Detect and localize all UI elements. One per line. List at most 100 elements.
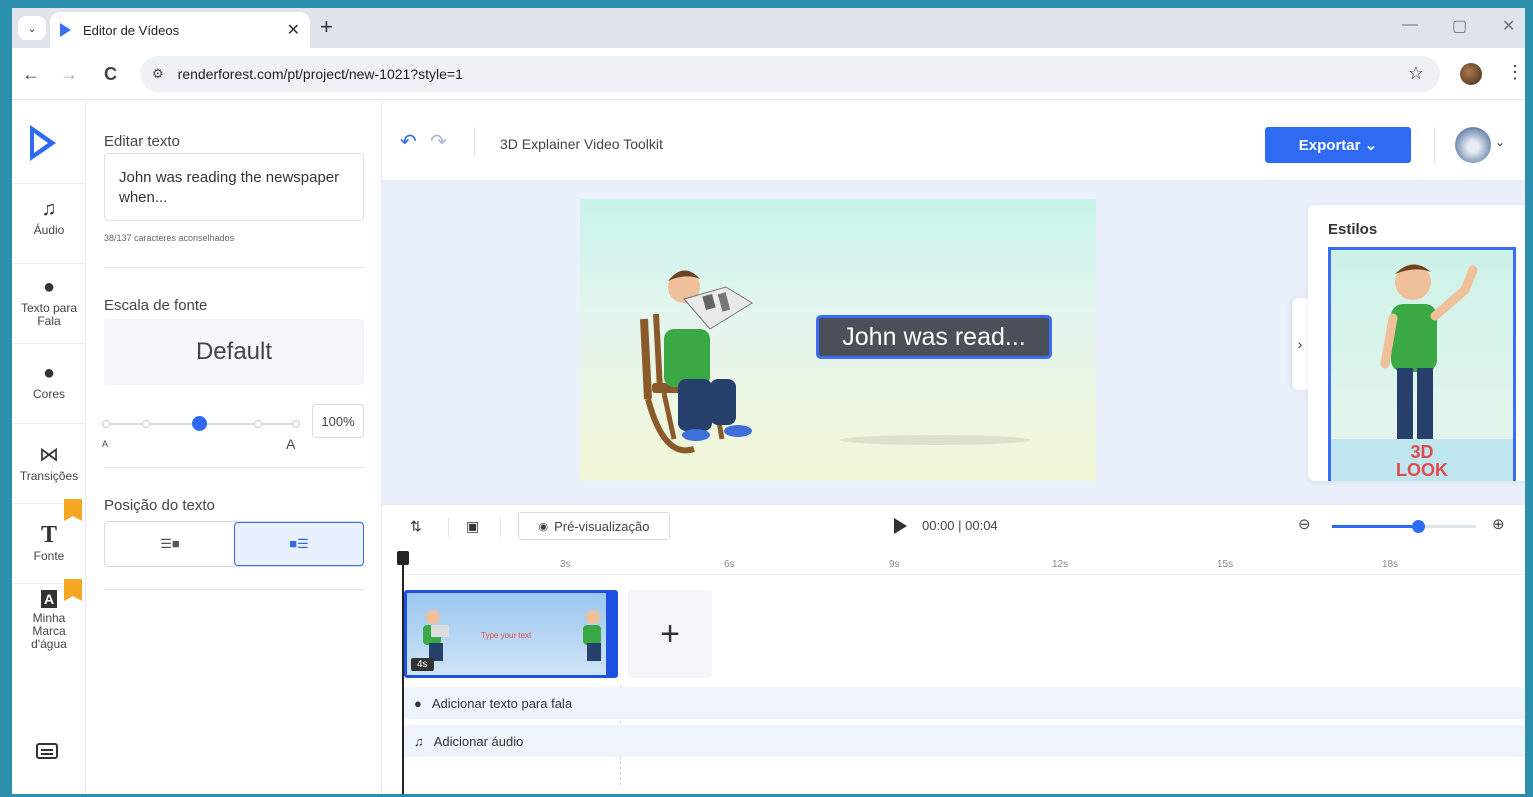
edit-text-title: Editar texto: [104, 133, 180, 150]
tts-bubble-icon: ●: [414, 695, 422, 711]
position-text-left-button[interactable]: ☰■: [105, 522, 235, 566]
font-scale-percent[interactable]: 100%: [312, 404, 364, 438]
zoom-in-icon[interactable]: ⊕: [1492, 515, 1505, 533]
rail-item-colors[interactable]: ● Cores: [12, 343, 86, 423]
rail-label: Minha Marca d'água: [31, 611, 67, 651]
play-icon[interactable]: [894, 518, 907, 534]
timeline-zoom-slider[interactable]: [1332, 520, 1476, 533]
profile-avatar[interactable]: [1460, 63, 1482, 85]
editor-app: ♫ Áudio ● Texto para Fala ● Cores ⋈ Tran…: [12, 101, 1525, 794]
music-note-icon: ♫: [414, 733, 424, 749]
divider: [1434, 127, 1435, 163]
undo-icon[interactable]: ↶: [400, 129, 417, 154]
font-scale-title: Escala de fonte: [104, 297, 208, 314]
renderforest-logo[interactable]: [30, 125, 56, 161]
divider: [500, 517, 501, 537]
font-scale-slider[interactable]: [102, 416, 300, 431]
export-button[interactable]: Exportar ⌄: [1265, 127, 1411, 163]
window-close-button[interactable]: ✕: [1502, 16, 1515, 36]
renderforest-favicon-icon: [60, 23, 71, 37]
chevron-down-icon[interactable]: ⌄: [1495, 135, 1505, 149]
char-count-hint: 38/137 caracteres aconselhados: [104, 233, 235, 243]
new-tab-button[interactable]: +: [320, 14, 333, 40]
chevron-down-icon: ⌄: [27, 22, 37, 35]
preview-button[interactable]: ◉ Pré-visualização: [518, 512, 670, 540]
style-label-line: 3D: [1410, 442, 1434, 462]
edit-panel: Editar texto John was reading the newspa…: [86, 101, 382, 794]
zoom-fill: [1332, 525, 1418, 528]
scene-text-caption[interactable]: John was read...: [816, 315, 1052, 359]
tts-track-label: Adicionar texto para fala: [431, 695, 573, 711]
time-readout: 00:00 | 00:04: [922, 518, 998, 533]
audio-track-label: Adicionar áudio: [433, 733, 524, 749]
tts-track[interactable]: ● Adicionar texto para fala: [404, 687, 1525, 719]
minimize-button[interactable]: —: [1402, 16, 1418, 34]
slider-knob[interactable]: [192, 416, 207, 431]
clip-duration-badge: 4s: [411, 658, 434, 671]
maximize-button[interactable]: ▢: [1452, 16, 1467, 36]
tab-close-icon[interactable]: ✕: [287, 20, 300, 40]
style-thumbnail-3d-look[interactable]: 3D LOOK: [1328, 247, 1516, 481]
playhead[interactable]: [397, 551, 409, 794]
divider: [104, 267, 364, 268]
scene-canvas[interactable]: John was read...: [580, 199, 1096, 481]
text-input[interactable]: John was reading the newspaper when...: [104, 153, 364, 221]
audio-track[interactable]: ♫ Adicionar áudio: [404, 725, 1525, 757]
url-text[interactable]: renderforest.com/pt/project/new-1021?sty…: [178, 66, 463, 82]
scene-clip[interactable]: Type your text 4s: [404, 590, 618, 678]
rail-item-tts[interactable]: ● Texto para Fala: [12, 263, 86, 343]
scene-settings-icon[interactable]: ⇅: [410, 518, 422, 535]
rail-item-transitions[interactable]: ⋈ Transições: [12, 423, 86, 503]
browser-tab[interactable]: Editor de Vídeos ✕: [50, 12, 310, 48]
ruler-tick: 12s: [1052, 559, 1069, 570]
chevron-right-icon: ›: [1297, 336, 1303, 352]
address-bar[interactable]: ⚙ renderforest.com/pt/project/new-1021?s…: [140, 56, 1440, 92]
ruler-tick: 9s: [889, 559, 900, 570]
font-t-icon: T: [40, 522, 57, 548]
waving-man-illustration: [1380, 264, 1478, 444]
zoom-knob[interactable]: [1412, 520, 1425, 533]
slider-step: [142, 420, 150, 428]
divider: [474, 127, 475, 157]
ruler-tick: 18s: [1382, 559, 1399, 570]
tab-search-button[interactable]: ⌄: [18, 16, 46, 40]
ruler-tick: 3s: [560, 559, 571, 570]
bookmark-star-icon[interactable]: ☆: [1408, 63, 1424, 84]
time-ruler: 3s 6s 9s 12s 15s 18s: [404, 551, 1525, 575]
duplicate-scene-icon[interactable]: ▣: [466, 518, 479, 535]
tts-bubble-icon: ●: [42, 276, 56, 298]
divider: [104, 589, 364, 590]
ruler-tick: 6s: [724, 559, 735, 570]
user-avatar[interactable]: [1455, 127, 1491, 163]
site-settings-icon[interactable]: ⚙: [152, 66, 164, 82]
clip-thumb-figure: [583, 610, 601, 661]
redo-icon[interactable]: ↷: [430, 129, 447, 154]
styles-title: Estilos: [1328, 221, 1378, 238]
rail-item-audio[interactable]: ♫ Áudio: [12, 183, 86, 263]
add-scene-button[interactable]: +: [628, 590, 712, 678]
ruler-tick: 15s: [1217, 559, 1234, 570]
project-title: 3D Explainer Video Toolkit: [500, 136, 663, 152]
browser-menu-icon[interactable]: ⋮: [1506, 62, 1524, 83]
reload-button[interactable]: C: [104, 64, 117, 85]
clip-text: Type your text: [481, 631, 532, 640]
styles-collapse-button[interactable]: ›: [1292, 298, 1308, 390]
keyboard-icon[interactable]: [36, 743, 58, 759]
forward-button[interactable]: →: [60, 64, 78, 85]
bowtie-icon: ⋈: [39, 444, 59, 466]
timeline: ⇅ ▣ ◉ Pré-visualização 00:00 | 00:04 ⊖ ⊕…: [382, 504, 1525, 794]
preview-stage: John was read... › Estilos 3D LOOK: [382, 181, 1525, 504]
divider: [104, 467, 364, 468]
preview-label: Pré-visualização: [554, 518, 650, 534]
back-button[interactable]: ←: [22, 64, 40, 85]
styles-panel: Estilos 3D LOOK: [1308, 205, 1525, 481]
style-label-line: LOOK: [1396, 460, 1448, 480]
slider-min-label: A: [102, 439, 109, 449]
zoom-out-icon[interactable]: ⊖: [1298, 515, 1311, 533]
tab-strip: ⌄ Editor de Vídeos ✕ + — ▢ ✕: [12, 8, 1525, 48]
rail-label: Transições: [19, 469, 79, 483]
text-position-toggle: ☰■ ■☰: [104, 521, 364, 567]
slider-step: [292, 420, 300, 428]
font-scale-preview: Default: [104, 319, 364, 385]
position-text-right-button[interactable]: ■☰: [234, 522, 364, 566]
